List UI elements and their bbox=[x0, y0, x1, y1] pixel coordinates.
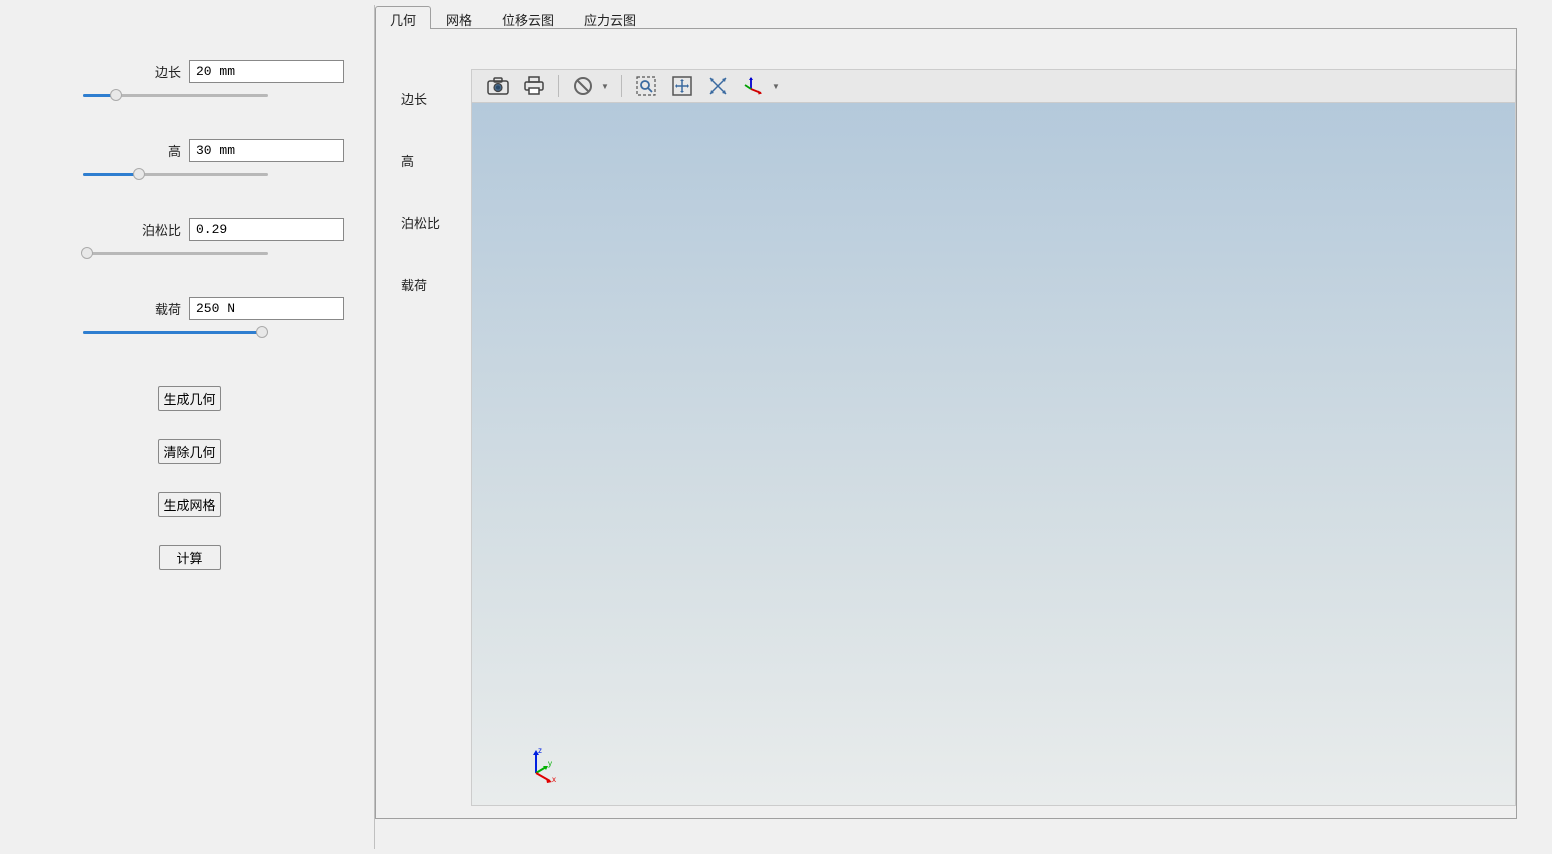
generate-mesh-button[interactable]: 生成网格 bbox=[158, 492, 220, 517]
sub-label-column: 边长 高 泊松比 载荷 bbox=[376, 29, 471, 818]
rotate-icon[interactable] bbox=[700, 71, 736, 101]
param-side-label: 边长 bbox=[141, 62, 181, 81]
print-icon[interactable] bbox=[516, 71, 552, 101]
axis-triad-icon: z y x bbox=[522, 745, 562, 785]
sublabel-side: 边长 bbox=[401, 89, 461, 103]
load-slider[interactable] bbox=[83, 328, 268, 338]
toolbar-separator bbox=[558, 75, 559, 97]
side-slider[interactable] bbox=[83, 91, 268, 101]
tab-stress-cloud[interactable]: 应力云图 bbox=[569, 6, 651, 29]
param-poisson-label: 泊松比 bbox=[141, 220, 181, 239]
sublabel-poisson: 泊松比 bbox=[401, 213, 461, 227]
generate-geometry-button[interactable]: 生成几何 bbox=[158, 386, 220, 411]
dropdown-arrow-icon[interactable]: ▼ bbox=[770, 71, 782, 101]
disable-icon[interactable] bbox=[565, 71, 601, 101]
tab-content-geometry: 边长 高 泊松比 载荷 bbox=[375, 29, 1517, 819]
height-input[interactable] bbox=[189, 139, 344, 162]
param-height-group: 高 bbox=[35, 139, 344, 180]
results-panel: 几何 网格 位移云图 应力云图 边长 高 泊松比 载荷 bbox=[375, 5, 1547, 849]
zoom-extents-icon[interactable] bbox=[664, 71, 700, 101]
parameter-panel: 边长 高 泊松比 bbox=[5, 5, 375, 849]
clear-geometry-button[interactable]: 清除几何 bbox=[158, 439, 220, 464]
svg-text:z: z bbox=[538, 746, 542, 755]
param-poisson-group: 泊松比 bbox=[35, 218, 344, 259]
tab-mesh[interactable]: 网格 bbox=[431, 6, 487, 29]
viewport-toolbar: ▼ bbox=[471, 69, 1516, 103]
tab-geometry[interactable]: 几何 bbox=[375, 6, 431, 29]
toolbar-separator bbox=[621, 75, 622, 97]
param-height-label: 高 bbox=[141, 141, 181, 160]
svg-text:y: y bbox=[548, 759, 552, 768]
tabs-row: 几何 网格 位移云图 应力云图 bbox=[375, 5, 1517, 29]
viewport-area: ▼ bbox=[471, 29, 1516, 818]
height-slider[interactable] bbox=[83, 170, 268, 180]
poisson-input[interactable] bbox=[189, 218, 344, 241]
3d-viewport[interactable]: z y x bbox=[471, 103, 1516, 806]
sublabel-height: 高 bbox=[401, 151, 461, 165]
tab-displacement-cloud[interactable]: 位移云图 bbox=[487, 6, 569, 29]
screenshot-icon[interactable] bbox=[480, 71, 516, 101]
param-load-label: 载荷 bbox=[141, 299, 181, 318]
axis-view-icon[interactable] bbox=[736, 71, 772, 101]
param-load-group: 载荷 bbox=[35, 297, 344, 338]
side-input[interactable] bbox=[189, 60, 344, 83]
param-side-group: 边长 bbox=[35, 60, 344, 101]
dropdown-arrow-icon[interactable]: ▼ bbox=[599, 71, 611, 101]
svg-text:x: x bbox=[552, 775, 556, 784]
compute-button[interactable]: 计算 bbox=[159, 545, 221, 570]
poisson-slider[interactable] bbox=[83, 249, 268, 259]
sublabel-load: 载荷 bbox=[401, 275, 461, 289]
load-input[interactable] bbox=[189, 297, 344, 320]
zoom-box-icon[interactable] bbox=[628, 71, 664, 101]
